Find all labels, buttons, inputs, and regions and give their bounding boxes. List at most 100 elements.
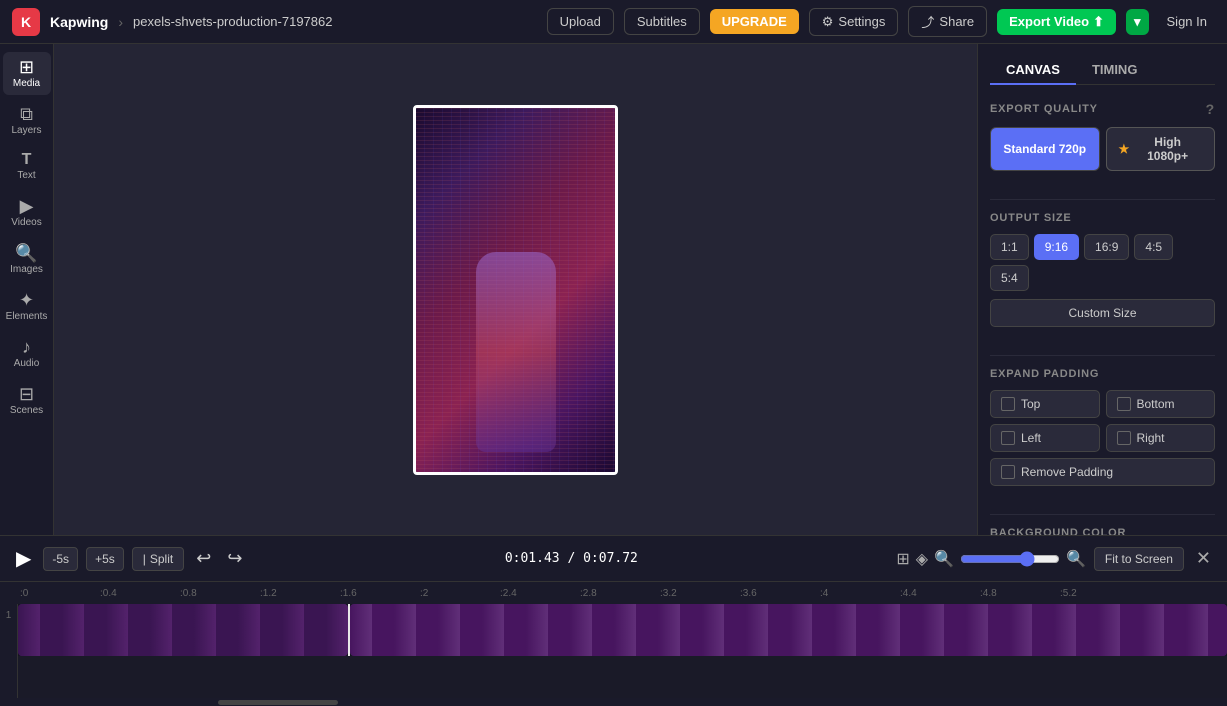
media-icon: ⊞ [19, 58, 34, 76]
size-16-9-button[interactable]: 16:9 [1084, 234, 1129, 260]
signin-button[interactable]: Sign In [1159, 9, 1215, 34]
sidebar-label-audio: Audio [14, 359, 40, 369]
panel-tabs: CANVAS TIMING [990, 56, 1215, 85]
zoom-minus-button[interactable]: 🔍 [934, 549, 954, 569]
padding-grid: Top Bottom Left Right [990, 390, 1215, 486]
top-navigation: K Kapwing › pexels-shvets-production-719… [0, 0, 1227, 44]
tab-canvas[interactable]: CANVAS [990, 56, 1076, 85]
undo-button[interactable]: ↩ [192, 544, 215, 573]
scrollbar-thumb[interactable] [218, 700, 338, 705]
export-quality-info-icon[interactable]: ? [1206, 101, 1215, 117]
tick-12: :4.8 [978, 588, 1058, 599]
upload-button[interactable]: Upload [547, 8, 614, 35]
quality-row: Standard 720p ★ High 1080p+ [990, 127, 1215, 171]
tick-8: :3.2 [658, 588, 738, 599]
tick-7: :2.8 [578, 588, 658, 599]
tick-3: :1.2 [258, 588, 338, 599]
star-icon: ★ [1119, 142, 1130, 156]
share-button[interactable]: ⤴ Share [908, 6, 987, 37]
scenes-icon: ⊟ [19, 385, 34, 403]
redo-button[interactable]: ↪ [223, 544, 246, 573]
tick-13: :5.2 [1058, 588, 1138, 599]
zoom-controls: ⊞ ◈ 🔍 🔍 [896, 549, 1086, 569]
padding-left-right-row: Left Right [990, 424, 1215, 452]
divider-1 [990, 199, 1215, 200]
high-quality-button[interactable]: ★ High 1080p+ [1106, 127, 1216, 171]
padding-right-button[interactable]: Right [1106, 424, 1216, 452]
left-sidebar: ⊞ Media ⧉ Layers T Text ▶ Videos 🔍 Image… [0, 44, 54, 535]
track-number-1: 1 [0, 604, 18, 698]
sidebar-item-images[interactable]: 🔍 Images [3, 238, 51, 281]
play-button[interactable]: ▶ [12, 542, 35, 575]
empty-track [18, 656, 1227, 698]
divider-2 [990, 355, 1215, 356]
fit-to-screen-button[interactable]: Fit to Screen [1094, 547, 1184, 571]
padding-left-checkbox [1001, 431, 1015, 445]
tick-10: :4 [818, 588, 898, 599]
zoom-slider[interactable] [960, 551, 1060, 567]
bottom-area: ▶ -5s +5s | Split ↩ ↪ 0:01.43 / 0:07.72 … [0, 535, 1227, 706]
timeline-scrollbar [0, 698, 1227, 706]
size-buttons: 1:1 9:16 16:9 4:5 5:4 [990, 234, 1215, 291]
skip-forward-button[interactable]: +5s [86, 547, 124, 571]
padding-remove-row: Remove Padding [990, 458, 1215, 486]
padding-top-bottom-row: Top Bottom [990, 390, 1215, 418]
sidebar-label-images: Images [10, 265, 43, 275]
canvas-area[interactable] [54, 44, 977, 535]
remove-padding-checkbox [1001, 465, 1015, 479]
sidebar-item-audio[interactable]: ♪ Audio [3, 332, 51, 375]
sidebar-item-scenes[interactable]: ⊟ Scenes [3, 379, 51, 422]
ruler-ticks: :0 :0.4 :0.8 :1.2 :1.6 :2 :2.4 :2.8 :3.2… [18, 588, 1227, 599]
close-timeline-button[interactable]: ✕ [1192, 544, 1215, 573]
standard-quality-button[interactable]: Standard 720p [990, 127, 1100, 171]
sidebar-item-layers[interactable]: ⧉ Layers [3, 99, 51, 142]
audio-icon: ♪ [22, 338, 31, 356]
zoom-out-icon[interactable]: ◈ [916, 549, 928, 569]
padding-top-button[interactable]: Top [990, 390, 1100, 418]
elements-icon: ✦ [19, 291, 34, 309]
layers-icon: ⧉ [20, 105, 33, 123]
sidebar-item-media[interactable]: ⊞ Media [3, 52, 51, 95]
track-content: | [18, 604, 1227, 698]
size-1-1-button[interactable]: 1:1 [990, 234, 1029, 260]
sidebar-item-text[interactable]: T Text [3, 146, 51, 187]
tab-timing[interactable]: TIMING [1076, 56, 1154, 85]
zoom-in-button[interactable]: ⊞ [896, 549, 909, 569]
main-area: ⊞ Media ⧉ Layers T Text ▶ Videos 🔍 Image… [0, 44, 1227, 535]
clip-segment-left[interactable] [18, 604, 348, 656]
sidebar-label-scenes: Scenes [10, 406, 43, 416]
breadcrumb-separator: › [118, 14, 123, 30]
divider-3 [990, 514, 1215, 515]
sidebar-label-text: Text [17, 171, 35, 181]
clip-segment-right[interactable] [350, 604, 1227, 656]
size-9-16-button[interactable]: 9:16 [1034, 234, 1079, 260]
track-clips[interactable]: | [18, 604, 1227, 656]
video-figure [476, 252, 556, 452]
sidebar-label-layers: Layers [11, 126, 41, 136]
export-dropdown-button[interactable]: ▾ [1126, 9, 1149, 35]
settings-button[interactable]: ⚙ Settings [809, 8, 899, 36]
custom-size-button[interactable]: Custom Size [990, 299, 1215, 327]
split-button[interactable]: | Split [132, 547, 184, 571]
size-5-4-button[interactable]: 5:4 [990, 265, 1029, 291]
tick-6: :2.4 [498, 588, 578, 599]
clip-thumbnail-right [350, 604, 1227, 656]
padding-bottom-checkbox [1117, 397, 1131, 411]
zoom-plus-button[interactable]: 🔍 [1066, 549, 1086, 569]
padding-left-button[interactable]: Left [990, 424, 1100, 452]
skip-back-button[interactable]: -5s [43, 547, 78, 571]
clip-thumbnail-left [18, 604, 348, 656]
export-button[interactable]: Export Video ⬆ [997, 9, 1116, 35]
padding-bottom-button[interactable]: Bottom [1106, 390, 1216, 418]
sidebar-item-videos[interactable]: ▶ Videos [3, 191, 51, 234]
subtitles-button[interactable]: Subtitles [624, 8, 700, 35]
output-size-title: OUTPUT SIZE [990, 212, 1215, 224]
sidebar-item-elements[interactable]: ✦ Elements [3, 285, 51, 328]
export-quality-title: EXPORT QUALITY ? [990, 101, 1215, 117]
upgrade-button[interactable]: UPGRADE [710, 9, 799, 34]
remove-padding-button[interactable]: Remove Padding [990, 458, 1215, 486]
size-4-5-button[interactable]: 4:5 [1134, 234, 1173, 260]
tick-1: :0.4 [98, 588, 178, 599]
app-logo: K [12, 8, 40, 36]
timeline-tracks: 1 | [0, 604, 1227, 698]
